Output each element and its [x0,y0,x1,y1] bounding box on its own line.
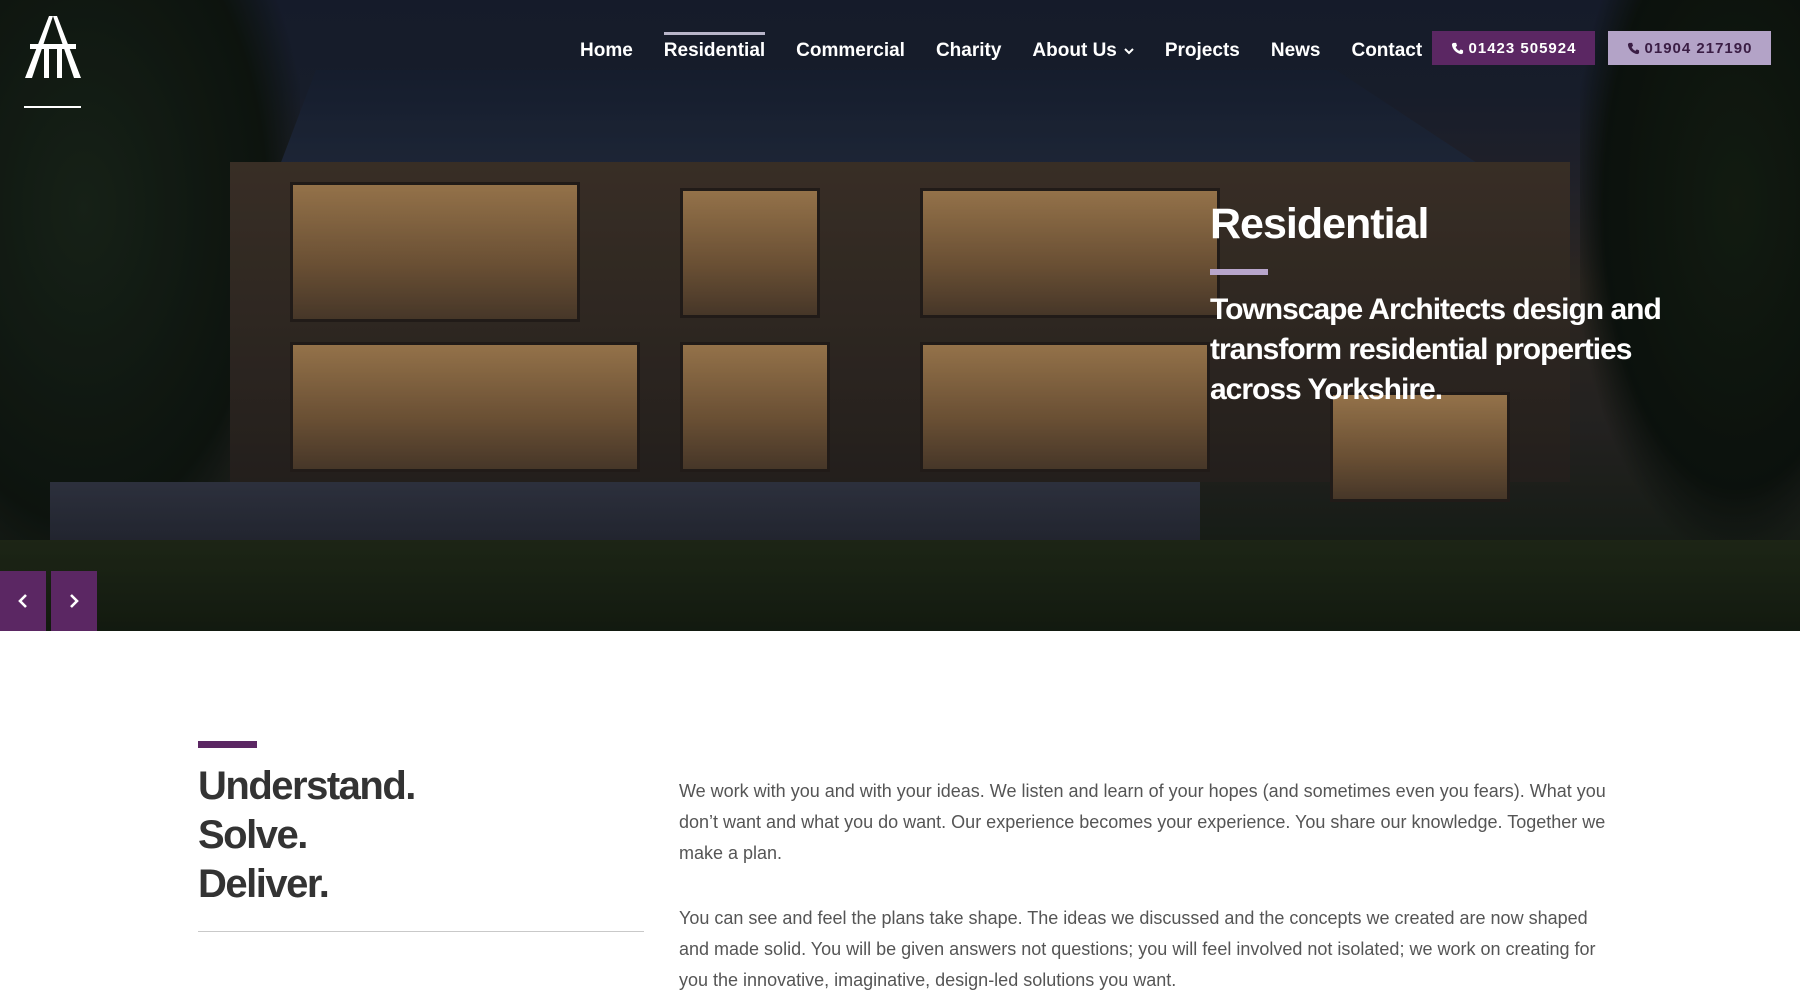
chevron-left-icon [18,594,27,608]
nav-item-residential[interactable]: Residential [663,32,766,62]
intro-paragraph: You can see and feel the plans take shap… [679,908,1596,990]
nav-item-home[interactable]: Home [580,40,633,62]
nav-item-about-us[interactable]: About Us [1032,40,1134,62]
section-tagline: Understand. Solve. Deliver. [198,762,416,909]
hero-banner: Residential Townscape Architects design … [0,0,1800,631]
chevron-down-icon [1124,48,1134,55]
tagline-line: Understand. [198,764,416,808]
phone-number: 01904 217190 [1644,39,1753,57]
tagline-divider [198,931,644,932]
phone-number: 01423 505924 [1468,39,1577,57]
tagline-line: Solve. [198,813,308,857]
nav-item-projects[interactable]: Projects [1165,40,1240,62]
hero-title: Residential [1210,200,1429,248]
phone-icon [1627,42,1639,54]
logo-underline [24,106,81,108]
tagline-line: Deliver. [198,862,330,906]
nav-item-about-us-label: About Us [1032,40,1117,61]
phone-button-harrogate[interactable]: 01423 505924 [1432,31,1595,65]
townscape-architects-logo-icon [25,16,81,78]
main-nav: Home Residential Commercial Charity Abou… [580,32,1453,66]
section-accent-bar [198,741,257,748]
hero-title-accent [1210,269,1268,275]
hero-subtitle: Townscape Architects design and transfor… [1210,293,1662,406]
nav-item-news[interactable]: News [1271,40,1321,62]
site-logo[interactable] [24,14,82,80]
chevron-right-icon [70,594,79,608]
nav-item-charity[interactable]: Charity [936,40,1001,62]
nav-item-commercial[interactable]: Commercial [796,40,905,62]
nav-item-contact[interactable]: Contact [1351,40,1422,62]
intro-paragraph: We work with you and with your ideas. We… [679,781,1606,863]
phone-button-york[interactable]: 01904 217190 [1608,31,1771,65]
phone-icon [1451,42,1463,54]
slider-next-button[interactable] [51,571,97,631]
slider-prev-button[interactable] [0,571,46,631]
